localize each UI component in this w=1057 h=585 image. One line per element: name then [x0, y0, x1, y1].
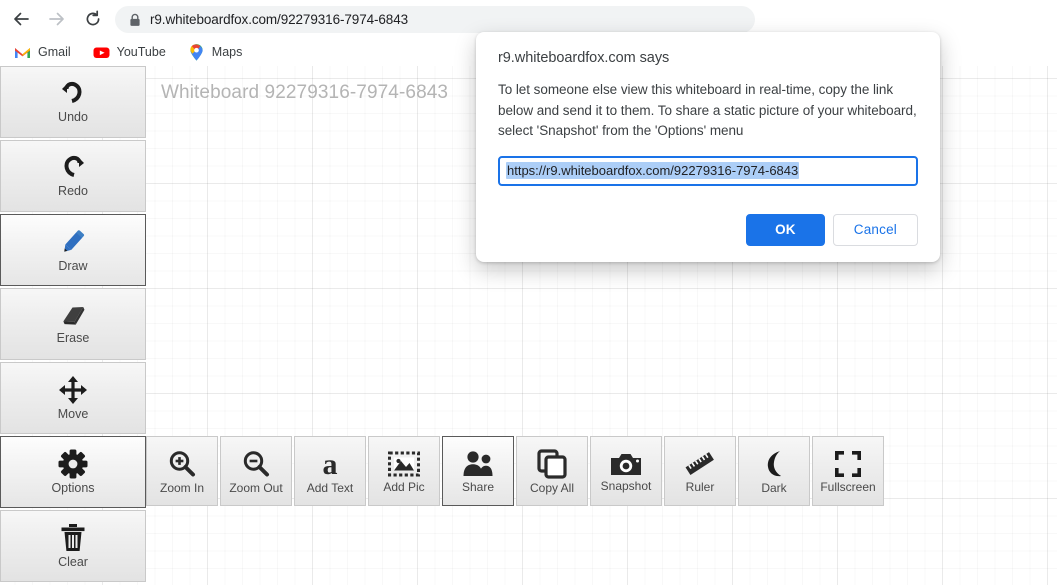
- bookmark-youtube[interactable]: YouTube: [93, 44, 166, 61]
- sidebar-item-label: Redo: [58, 185, 88, 198]
- toolbar-button-label: Copy All: [530, 482, 574, 494]
- magnifier-plus-icon: [167, 449, 197, 479]
- toolbar-button-add-text[interactable]: a Add Text: [294, 436, 366, 506]
- bookmark-maps[interactable]: Maps: [188, 44, 243, 61]
- share-link-input[interactable]: [498, 156, 918, 186]
- redo-arrow-icon: [56, 154, 90, 182]
- youtube-icon: [93, 44, 110, 61]
- toolbar-button-fullscreen[interactable]: Fullscreen: [812, 436, 884, 506]
- dialog-title: r9.whiteboardfox.com says: [498, 50, 918, 66]
- page-title: Whiteboard 92279316-7974-6843: [161, 82, 448, 104]
- address-bar[interactable]: r9.whiteboardfox.com/92279316-7974-6843: [115, 6, 755, 33]
- sidebar-item-label: Clear: [58, 556, 88, 569]
- toolbar-button-label: Add Text: [307, 482, 353, 494]
- sidebar-item-clear[interactable]: Clear: [0, 510, 146, 582]
- back-button[interactable]: [6, 4, 36, 34]
- bookmark-label: Gmail: [38, 45, 71, 59]
- eraser-icon: [55, 303, 91, 329]
- javascript-dialog: r9.whiteboardfox.com says To let someone…: [476, 32, 940, 262]
- left-toolbar: Undo Redo Draw: [0, 66, 146, 584]
- toolbar-button-label: Zoom In: [160, 482, 204, 494]
- toolbar-button-label: Zoom Out: [229, 482, 282, 494]
- bookmark-label: YouTube: [117, 45, 166, 59]
- sidebar-item-erase[interactable]: Erase: [0, 288, 146, 360]
- sidebar-item-move[interactable]: Move: [0, 362, 146, 434]
- bookmark-label: Maps: [212, 45, 243, 59]
- move-arrows-icon: [58, 375, 88, 405]
- lock-icon: [129, 13, 141, 27]
- reload-button[interactable]: [78, 4, 108, 34]
- back-arrow-icon: [12, 10, 30, 28]
- toolbar-button-label: Fullscreen: [820, 481, 875, 493]
- forward-arrow-icon: [48, 10, 66, 28]
- cancel-button[interactable]: Cancel: [833, 214, 918, 246]
- bottom-toolbar: Zoom In Zoom Out a Add Text: [146, 436, 886, 506]
- toolbar-button-snapshot[interactable]: Snapshot: [590, 436, 662, 506]
- copy-icon: [537, 449, 567, 479]
- toolbar-button-label: Add Pic: [383, 481, 424, 493]
- trash-icon: [60, 523, 86, 553]
- toolbar-button-add-pic[interactable]: Add Pic: [368, 436, 440, 506]
- sidebar-item-redo[interactable]: Redo: [0, 140, 146, 212]
- people-icon: [461, 450, 495, 478]
- bookmark-gmail[interactable]: Gmail: [14, 44, 71, 61]
- toolbar-button-zoom-in[interactable]: Zoom In: [146, 436, 218, 506]
- sidebar-item-undo[interactable]: Undo: [0, 66, 146, 138]
- toolbar-button-zoom-out[interactable]: Zoom Out: [220, 436, 292, 506]
- toolbar-button-dark[interactable]: Dark: [738, 436, 810, 506]
- undo-arrow-icon: [56, 80, 90, 108]
- gmail-icon: [14, 44, 31, 61]
- dialog-button-row: OK Cancel: [498, 214, 918, 246]
- sidebar-item-label: Undo: [58, 111, 88, 124]
- forward-button[interactable]: [42, 4, 72, 34]
- sidebar-item-options[interactable]: Options: [0, 436, 146, 508]
- sidebar-item-label: Erase: [57, 332, 90, 345]
- moon-icon: [760, 449, 788, 479]
- toolbar-button-label: Ruler: [686, 481, 715, 493]
- toolbar-button-label: Dark: [761, 482, 786, 494]
- maps-icon: [188, 44, 205, 61]
- dialog-input-wrapper: https://r9.whiteboardfox.com/92279316-79…: [498, 156, 918, 186]
- sidebar-item-label: Move: [58, 408, 89, 421]
- url-text: r9.whiteboardfox.com/92279316-7974-6843: [150, 12, 408, 27]
- ok-button[interactable]: OK: [746, 214, 825, 246]
- fullscreen-icon: [834, 450, 862, 478]
- toolbar-button-label: Share: [462, 481, 494, 493]
- reload-icon: [84, 10, 102, 28]
- svg-text:a: a: [323, 449, 338, 479]
- toolbar-button-copy-all[interactable]: Copy All: [516, 436, 588, 506]
- ruler-icon: [684, 450, 716, 478]
- toolbar-button-ruler[interactable]: Ruler: [664, 436, 736, 506]
- camera-icon: [610, 451, 642, 477]
- sidebar-item-draw[interactable]: Draw: [0, 214, 146, 286]
- magnifier-minus-icon: [241, 449, 271, 479]
- toolbar-button-label: Snapshot: [601, 480, 652, 492]
- letter-a-icon: a: [315, 449, 345, 479]
- sidebar-item-label: Options: [51, 482, 94, 495]
- gear-icon: [58, 449, 88, 479]
- dialog-message: To let someone else view this whiteboard…: [498, 80, 918, 142]
- pencil-icon: [56, 227, 90, 257]
- sidebar-item-label: Draw: [58, 260, 87, 273]
- toolbar-button-share[interactable]: Share: [442, 436, 514, 506]
- picture-icon: [388, 450, 420, 478]
